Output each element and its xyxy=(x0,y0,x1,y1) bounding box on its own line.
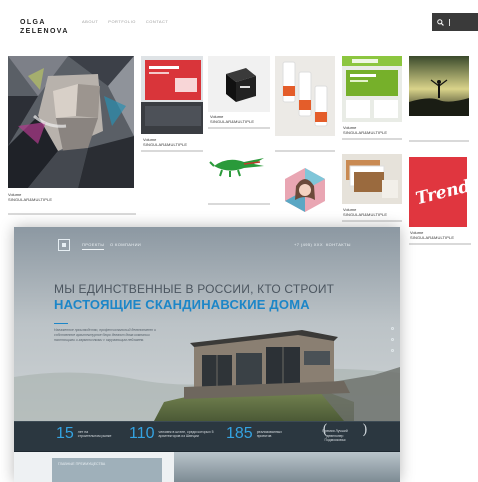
portfolio-tile-trend[interactable]: Trend xyxy=(409,157,467,227)
preview-bottom-card: ГЛАВНЫЕ ПРЕИМУЩЕСТВА xyxy=(52,458,162,482)
tile-underline xyxy=(208,127,270,129)
tile-underline xyxy=(208,203,270,205)
laptop-artwork xyxy=(141,56,203,134)
crocodile-artwork xyxy=(208,140,270,198)
preview-bottom-label: ГЛАВНЫЕ ПРЕИМУЩЕСТВА xyxy=(58,462,106,466)
stat-number: 110 xyxy=(129,425,155,442)
portfolio-tile-crocodile[interactable] xyxy=(208,140,270,198)
preview-slide-dots[interactable] xyxy=(391,327,395,360)
site-logo[interactable]: OLGA ZELENOVA xyxy=(20,18,80,36)
preview-headline: МЫ ЕДИНСТВЕННЫЕ В РОССИИ, КТО СТРОИТ xyxy=(54,282,335,296)
portfolio-tile-cards[interactable] xyxy=(342,154,402,204)
laurel-right-icon: ) xyxy=(362,422,368,438)
preview-logo-icon[interactable] xyxy=(58,239,70,251)
search-input[interactable] xyxy=(432,13,478,31)
cube-artwork xyxy=(208,56,270,112)
tile-underline xyxy=(342,220,402,222)
stat-number: 15 xyxy=(56,425,74,442)
portfolio-tile-portrait[interactable] xyxy=(8,56,134,188)
tile-underline xyxy=(141,150,203,152)
portfolio-tile-avatar[interactable] xyxy=(275,160,335,220)
search-caret xyxy=(449,18,450,26)
portfolio-tile-website[interactable] xyxy=(342,56,402,122)
tile-caption: Volume SINGULAR&MULTIPLE xyxy=(410,230,454,240)
brand-line-1: OLGA xyxy=(20,19,46,26)
tile-subtitle: SINGULAR&MULTIPLE xyxy=(143,142,188,147)
stat-text: лет на строительном рынке xyxy=(77,429,112,439)
tile-caption: Volume SINGULAR&MULTIPLE xyxy=(143,137,187,147)
tile-caption: Volume SINGULAR&MULTIPLE xyxy=(8,192,52,202)
tile-subtitle: SINGULAR&MULTIPLE xyxy=(343,130,388,135)
nav-contact[interactable]: CONTACT xyxy=(146,19,169,24)
sunset-artwork xyxy=(409,56,469,116)
award-text: Премия Лучший девелопер Подмосковья xyxy=(322,429,348,442)
tubes-artwork xyxy=(275,56,335,136)
portfolio-tile-cube[interactable] xyxy=(208,56,270,112)
preview-accent-line xyxy=(54,323,68,324)
preview-nav-about[interactable]: О КОМПАНИИ xyxy=(110,242,141,247)
search-icon[interactable] xyxy=(437,18,444,26)
avatar-artwork xyxy=(275,160,335,220)
preview-nav-projects[interactable]: ПРОЕКТЫ xyxy=(82,242,105,250)
award-badge: ( Премия Лучший девелопер Подмосковья ) xyxy=(302,424,367,448)
portfolio-tile-sunset[interactable] xyxy=(409,56,469,116)
stat-people: 110 человек в штате, среди которых 5 арх… xyxy=(129,425,221,443)
nav-about[interactable]: ABOUT xyxy=(82,19,98,24)
website-artwork xyxy=(342,56,402,122)
cards-artwork xyxy=(342,154,402,204)
tile-caption: Volume SINGULAR&MULTIPLE xyxy=(343,207,387,217)
hero-section: ПРОЕКТЫ О КОМПАНИИ +7 (495) XXX КОНТАКТЫ… xyxy=(14,227,400,421)
preview-nav: ПРОЕКТЫ О КОМПАНИИ +7 (495) XXX КОНТАКТЫ xyxy=(14,227,400,257)
tile-caption: Volume SINGULAR&MULTIPLE xyxy=(343,125,387,135)
portrait-artwork xyxy=(8,56,134,188)
preview-subheadline: НАСТОЯЩИЕ СКАНДИНАВСКИЕ ДОМА xyxy=(54,297,310,312)
preview-bottom-section: ГЛАВНЫЕ ПРЕИМУЩЕСТВА xyxy=(14,452,400,482)
tile-subtitle: SINGULAR&MULTIPLE xyxy=(210,119,255,124)
nav-portfolio[interactable]: PORTFOLIO xyxy=(108,19,136,24)
top-nav: ABOUT PORTFOLIO CONTACT xyxy=(82,19,168,24)
preview-bottom-image xyxy=(174,452,400,482)
tile-subtitle: SINGULAR&MULTIPLE xyxy=(343,212,388,217)
tile-caption: Volume SINGULAR&MULTIPLE xyxy=(210,114,254,124)
portfolio-tile-laptop[interactable] xyxy=(141,56,203,134)
preview-nav-phone[interactable]: +7 (495) XXX xyxy=(294,242,323,247)
portfolio-tile-tubes[interactable] xyxy=(275,56,335,136)
tile-underline xyxy=(409,140,469,142)
stat-text: человек в штате, среди которых 5 архитек… xyxy=(158,429,214,439)
stat-projects: 185 реализованных проектов xyxy=(226,425,291,443)
tile-underline xyxy=(409,243,471,245)
preview-stats-bar: 15 лет на строительном рынке 110 человек… xyxy=(14,421,400,451)
preview-nav-contacts[interactable]: КОНТАКТЫ xyxy=(326,242,351,247)
tile-subtitle: SINGULAR&MULTIPLE xyxy=(8,197,53,202)
tile-underline xyxy=(342,138,402,140)
brand-line-2: ZELENOVA xyxy=(20,28,69,35)
preview-description: Налаженное производство, профессиональны… xyxy=(54,328,157,342)
stat-years: 15 лет на строительном рынке xyxy=(56,425,112,443)
tile-underline xyxy=(275,150,335,152)
stat-text: реализованных проектов xyxy=(256,429,282,439)
stat-number: 185 xyxy=(226,425,253,442)
tile-subtitle: SINGULAR&MULTIPLE xyxy=(410,235,455,240)
trend-logo-artwork: Trend xyxy=(409,157,467,227)
tile-underline xyxy=(8,213,136,215)
website-preview[interactable]: ПРОЕКТЫ О КОМПАНИИ +7 (495) XXX КОНТАКТЫ… xyxy=(14,227,400,482)
